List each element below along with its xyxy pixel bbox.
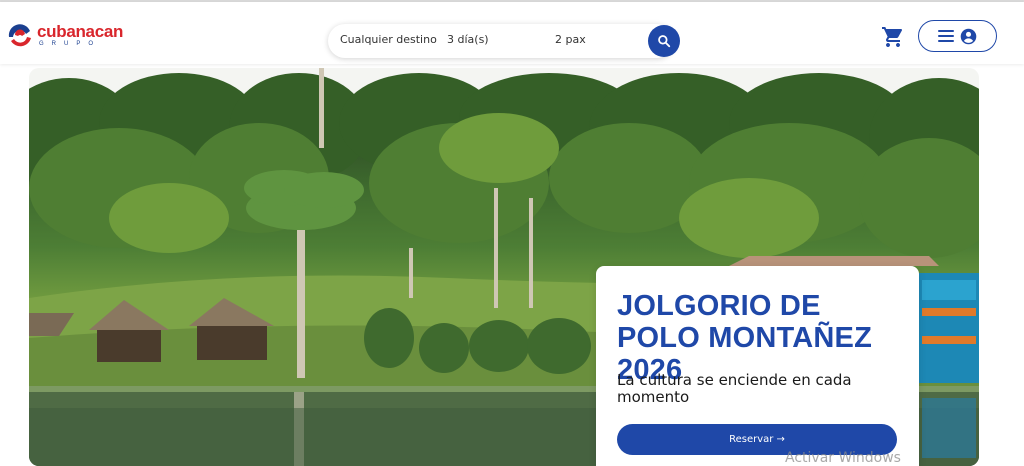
menu-account-button[interactable] — [918, 20, 997, 52]
destination-field[interactable]: Cualquier destino — [340, 33, 437, 47]
brand-name: cubanacan — [37, 22, 124, 41]
brand-wordmark: cubanacan GRUPO — [37, 22, 124, 48]
account-icon — [960, 28, 977, 44]
days-field[interactable]: 3 día(s) — [447, 33, 489, 47]
navbar: cubanacan GRUPO Cualquier destino 3 día(… — [0, 2, 1024, 64]
brand-logo-mark — [8, 24, 32, 48]
cart-icon — [882, 27, 903, 47]
search-button[interactable] — [648, 25, 680, 57]
brand-sub: GRUPO — [39, 41, 102, 47]
search-icon — [658, 35, 671, 48]
brand-logo[interactable]: cubanacan GRUPO — [6, 21, 123, 51]
promo-subtitle: La cultura se enciende en cada momento — [617, 371, 852, 406]
pax-field[interactable]: 2 pax — [555, 33, 586, 47]
windows-activation-watermark: Activar Windows — [785, 450, 901, 466]
promo-card: JOLGORIO DE POLO MONTAÑEZ 2026 La cultur… — [596, 266, 919, 466]
cart-button[interactable] — [879, 24, 907, 50]
search-bar: Cualquier destino 3 día(s) 2 pax — [328, 24, 674, 58]
menu-icon — [938, 30, 954, 42]
